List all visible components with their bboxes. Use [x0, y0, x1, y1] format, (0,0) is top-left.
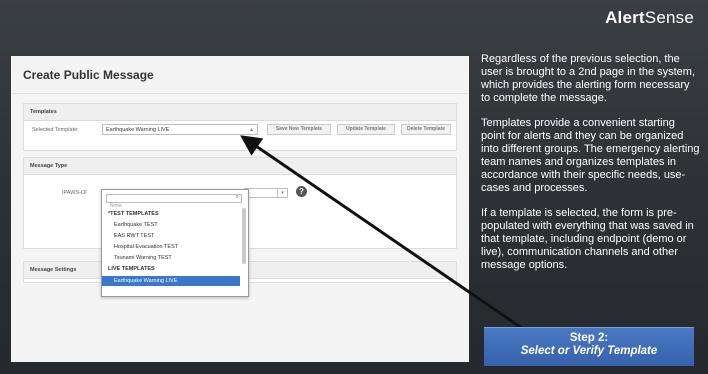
template-dropdown[interactable]: ⌕ None *TEST TEMPLATES Earthquake TEST E… [101, 189, 249, 297]
dropdown-group-live: LIVE TEMPLATES [108, 266, 155, 272]
update-template-button[interactable]: Update Template [337, 124, 395, 135]
dropdown-item-active[interactable]: Earthquake Warning LIVE [102, 276, 240, 286]
dropdown-item[interactable]: Tsunami Warning TEST [102, 253, 240, 263]
templates-heading: Templates [24, 104, 456, 121]
description-text: Regardless of the previous selection, th… [481, 53, 701, 284]
dropdown-scrollbar[interactable] [242, 208, 246, 264]
divider [11, 93, 469, 94]
step-number: Step 2: [569, 332, 609, 344]
dropdown-item[interactable]: EAS RWT TEST [102, 231, 240, 241]
ipaws-label: IPAWS-OI [62, 190, 87, 196]
dropdown-search-input[interactable]: ⌕ [106, 194, 242, 203]
message-type-heading: Message Type [24, 158, 456, 175]
templates-panel: Templates Selected Template: Earthquake … [23, 103, 457, 151]
description-paragraph: Regardless of the previous selection, th… [481, 53, 696, 104]
chevron-down-icon: ▾ [277, 189, 287, 197]
dropdown-item[interactable]: Hospital Evacuation TEST [102, 242, 240, 252]
dropdown-group-test: *TEST TEMPLATES [108, 211, 159, 217]
chevron-down-icon: ▲ [249, 127, 254, 133]
dropdown-clipped-item[interactable]: None [110, 203, 122, 208]
description-paragraph: If a template is selected, the form is p… [481, 207, 694, 271]
message-type-select[interactable]: ▾ [244, 188, 288, 198]
description-paragraph: Templates provide a convenient starting … [481, 117, 700, 194]
template-select-value: Earthquake Warning LIVE [106, 127, 170, 133]
delete-template-button[interactable]: Delete Template [401, 124, 451, 135]
template-select[interactable]: Earthquake Warning LIVE ▲ [102, 124, 258, 135]
dropdown-item[interactable]: Earthquake TEST [102, 220, 240, 230]
page-title: Create Public Message [23, 68, 154, 82]
step-title: Select or Verify Template [520, 345, 658, 357]
alertsense-logo: AlertSense [605, 8, 694, 27]
step-callout: Step 2: Select or Verify Template [484, 327, 694, 366]
slide-background: AlertSense Create Public Message Templat… [0, 0, 708, 374]
search-icon: ⌕ [235, 194, 239, 200]
save-new-template-button[interactable]: Save New Template [267, 124, 331, 135]
selected-template-label: Selected Template: [32, 127, 79, 133]
app-screenshot: Create Public Message Templates Selected… [11, 56, 469, 362]
help-icon[interactable]: ? [296, 186, 307, 197]
